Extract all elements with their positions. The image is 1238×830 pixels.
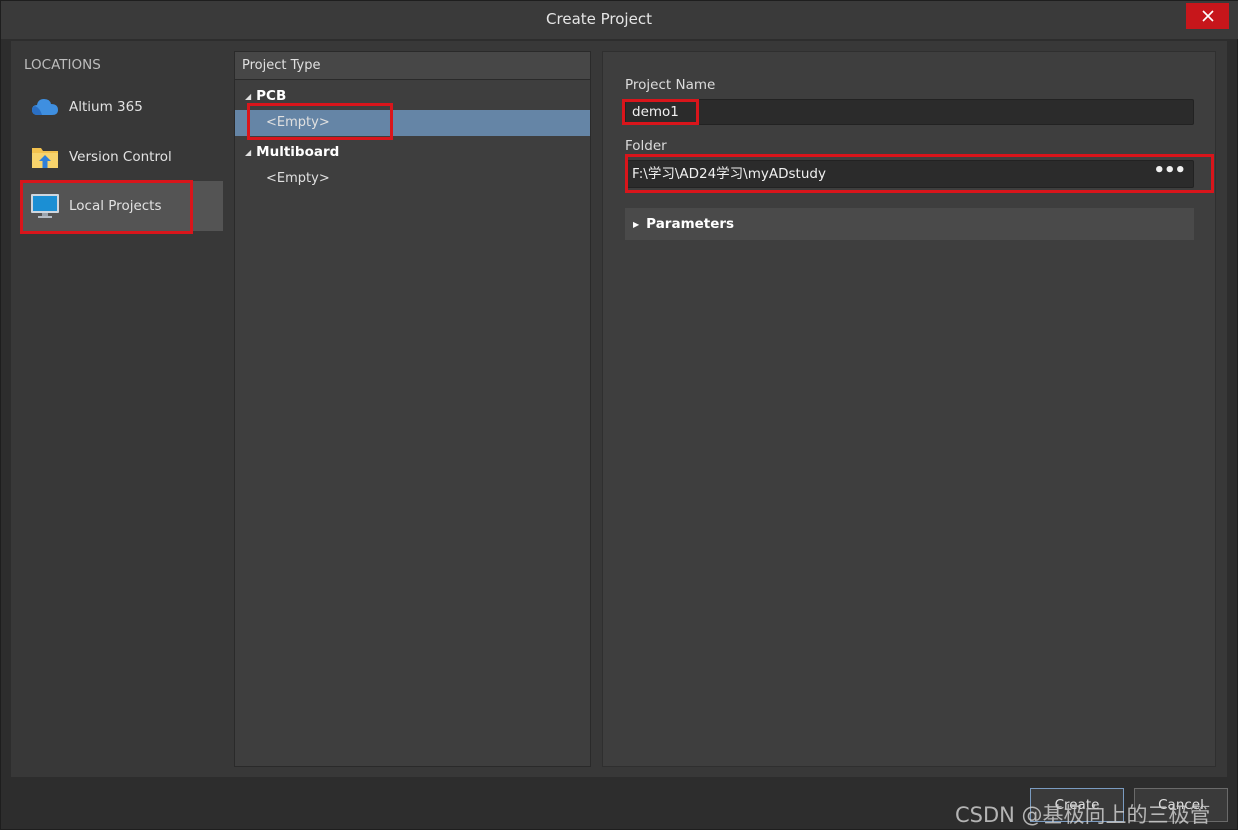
close-icon <box>1201 10 1214 22</box>
folder-label: Folder <box>625 138 667 154</box>
tree-group-label: PCB <box>256 88 287 104</box>
folder-upload-icon <box>30 142 60 172</box>
project-type-header: Project Type <box>235 52 590 80</box>
cloud-icon <box>30 92 60 122</box>
location-version-control[interactable]: Version Control <box>21 133 223 181</box>
locations-header: LOCATIONS <box>24 57 101 73</box>
dialog-title: Create Project <box>546 10 652 28</box>
location-label: Altium 365 <box>69 99 143 115</box>
expand-triangle-icon: ◢ <box>245 91 252 101</box>
highlight-project-name <box>622 99 699 125</box>
project-name-label: Project Name <box>625 77 716 93</box>
title-bar: Create Project <box>1 1 1238 39</box>
close-button[interactable] <box>1186 3 1229 29</box>
parameters-section[interactable]: ▶ Parameters <box>625 208 1194 240</box>
tree-group-multiboard[interactable]: ◢ Multiboard <box>245 144 339 160</box>
parameters-label: Parameters <box>646 216 735 232</box>
highlight-folder <box>625 154 1214 193</box>
location-altium-365[interactable]: Altium 365 <box>21 83 223 131</box>
watermark: CSDN @基极向上的三极管 <box>955 803 1211 827</box>
highlight-local-projects <box>20 180 193 234</box>
expand-triangle-icon: ▶ <box>633 219 640 229</box>
tree-item-multiboard-empty[interactable]: <Empty> <box>235 166 590 192</box>
project-name-input[interactable]: demo1 <box>625 99 1194 125</box>
tree-group-pcb[interactable]: ◢ PCB <box>245 88 286 104</box>
tree-group-label: Multiboard <box>256 144 340 160</box>
create-project-dialog: Create Project LOCATIONS Altium 365 Vers… <box>0 0 1238 830</box>
expand-triangle-icon: ◢ <box>245 147 252 157</box>
location-label: Version Control <box>69 149 172 165</box>
project-type-panel: Project Type ◢ PCB <Empty> ◢ Multiboard … <box>234 51 591 767</box>
highlight-pcb-empty <box>247 103 393 140</box>
content-area: LOCATIONS Altium 365 Version Control Loc… <box>11 41 1227 777</box>
